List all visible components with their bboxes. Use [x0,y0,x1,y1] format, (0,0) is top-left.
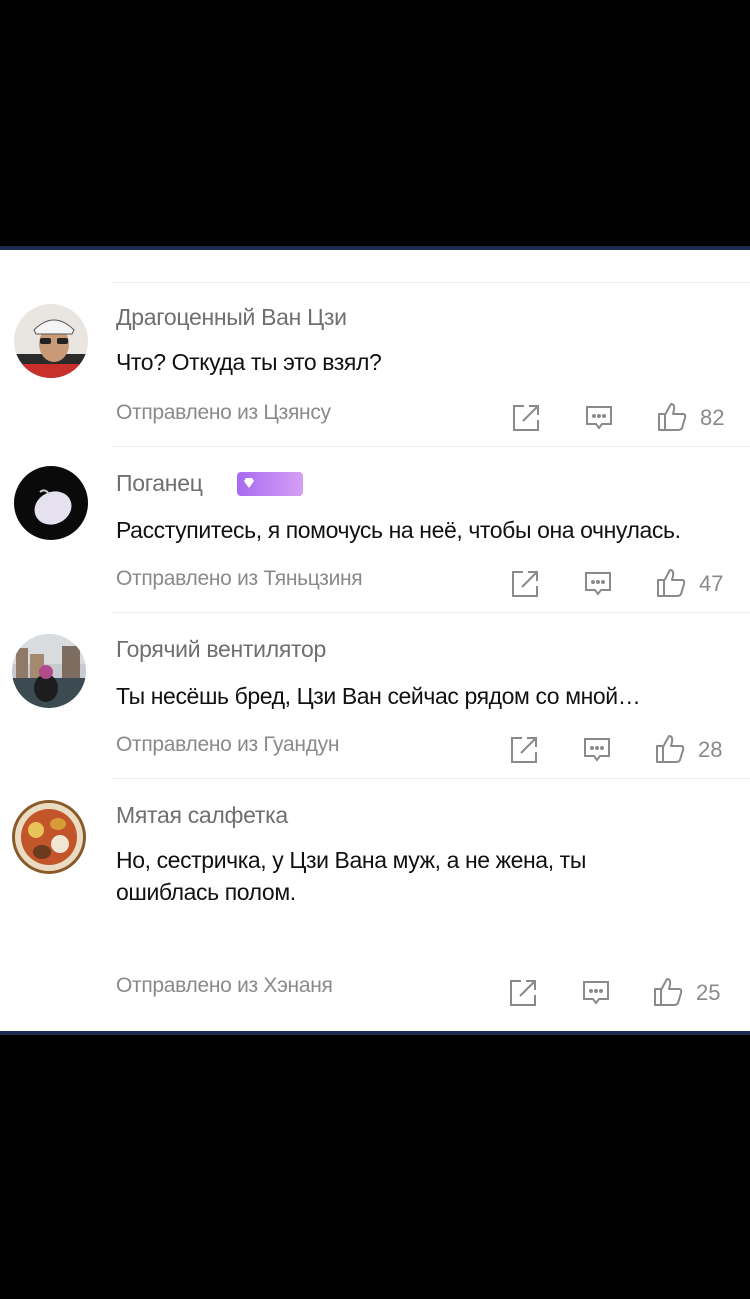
comment-icon[interactable] [583,569,613,599]
thumbs-up-icon[interactable] [652,976,684,1008]
comment-text: Расступитесь, я помочусь на неё, чтобы о… [116,517,681,543]
location-text: Отправлено из Цзянсу [116,401,331,424]
comment-icon[interactable] [584,403,614,433]
divider [112,282,750,283]
comments-panel: Драгоценный Ван Цзи Что? Откуда ты это в… [0,246,750,1035]
avatar-food-image [12,800,86,874]
share-icon[interactable] [510,569,540,599]
avatar[interactable] [14,466,88,540]
thumbs-up-icon[interactable] [654,733,686,765]
username[interactable]: Мятая салфетка [116,802,288,829]
share-icon[interactable] [509,735,539,765]
like-count: 25 [696,980,721,1005]
avatar[interactable] [12,800,86,874]
avatar[interactable] [12,634,86,708]
like-count: 82 [700,405,725,430]
vip-badge [237,472,303,496]
avatar-egg-image [14,466,88,540]
location-text: Отправлено из Тяньцзиня [116,567,363,590]
location-text: Отправлено из Гуандун [116,733,340,756]
avatar-city-image [12,634,86,708]
avatar-cyclist-image [14,304,88,378]
thumbs-up-icon[interactable] [656,401,688,433]
like-count: 28 [698,737,723,762]
avatar[interactable] [14,304,88,378]
username[interactable]: Поганец [116,470,203,497]
divider [112,612,750,613]
thumbs-up-icon[interactable] [655,567,687,599]
screenshot-frame: Драгоценный Ван Цзи Что? Откуда ты это в… [0,0,750,1299]
comment-text: Ты несёшь бред, Цзи Ван сейчас рядом со … [116,683,641,709]
comment-text: Но, сестричка, у Цзи Вана муж, а не жена… [116,847,586,905]
username[interactable]: Драгоценный Ван Цзи [116,304,347,331]
divider [112,778,750,779]
like-count: 47 [699,571,724,596]
comment-icon[interactable] [581,978,611,1008]
comment-text: Что? Откуда ты это взял? [116,349,382,375]
divider [112,446,750,447]
share-icon[interactable] [511,403,541,433]
diamond-icon [244,478,254,488]
username[interactable]: Горячий вентилятор [116,636,326,663]
share-icon[interactable] [508,978,538,1008]
location-text: Отправлено из Хэнаня [116,974,333,997]
comment-icon[interactable] [582,735,612,765]
